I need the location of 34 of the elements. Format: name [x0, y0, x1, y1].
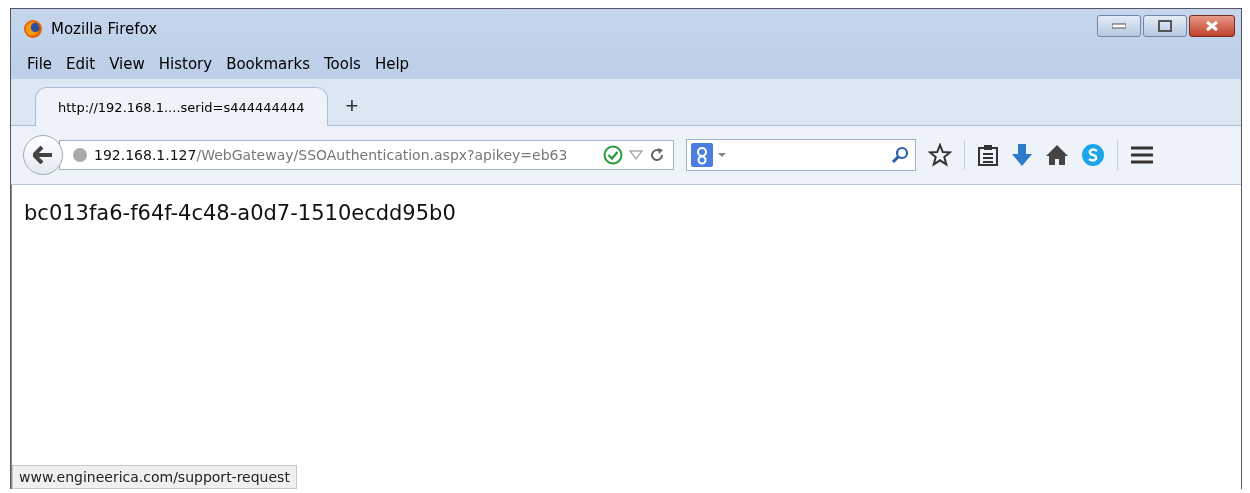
minimize-icon	[1112, 23, 1126, 29]
download-icon[interactable]	[1011, 143, 1033, 167]
url-host: 192.168.1.127	[94, 147, 197, 163]
url-path: /WebGateway/SSOAuthentication.aspx?apikey=eb63	[196, 147, 568, 163]
chat-icon[interactable]	[1081, 143, 1105, 167]
status-bar: www.engineerica.com/support-request	[12, 465, 297, 489]
star-icon[interactable]	[928, 143, 952, 167]
menu-item[interactable]: Help	[374, 55, 410, 73]
back-button[interactable]	[23, 135, 63, 175]
search-icon[interactable]	[891, 146, 909, 164]
back-arrow-icon	[33, 146, 53, 164]
page-text: bc013fa6-f64f-4c48-a0d7-1510ecdd95b0	[24, 201, 457, 225]
browser-tab[interactable]: http://192.168.1....serid=s444444444	[35, 87, 328, 126]
menu-item[interactable]: Bookmarks	[226, 55, 310, 73]
minimize-button[interactable]	[1097, 15, 1141, 37]
maximize-icon	[1158, 20, 1172, 32]
new-tab-button[interactable]: +	[333, 87, 371, 125]
address-bar[interactable]: 192.168.1.127/WebGateway/SSOAuthentication.aspx?apikey=eb63	[59, 140, 674, 170]
search-field[interactable]	[686, 139, 916, 171]
clipboard-icon[interactable]	[977, 144, 999, 166]
window-title: Mozilla Firefox	[51, 20, 158, 38]
menu-item[interactable]: File	[27, 55, 53, 73]
menu-item[interactable]: Tools	[323, 55, 361, 73]
reload-icon[interactable]	[649, 147, 665, 163]
close-button[interactable]	[1189, 15, 1235, 37]
menu-item[interactable]: Edit	[66, 55, 96, 73]
maximize-button[interactable]	[1143, 15, 1187, 37]
search-engine-icon[interactable]	[691, 143, 727, 167]
check-icon	[603, 145, 623, 165]
menu-icon[interactable]	[1130, 145, 1154, 165]
menu-item[interactable]: History	[158, 55, 213, 73]
home-icon[interactable]	[1045, 144, 1069, 166]
close-icon	[1204, 20, 1220, 32]
menu-item[interactable]: View	[109, 55, 145, 73]
